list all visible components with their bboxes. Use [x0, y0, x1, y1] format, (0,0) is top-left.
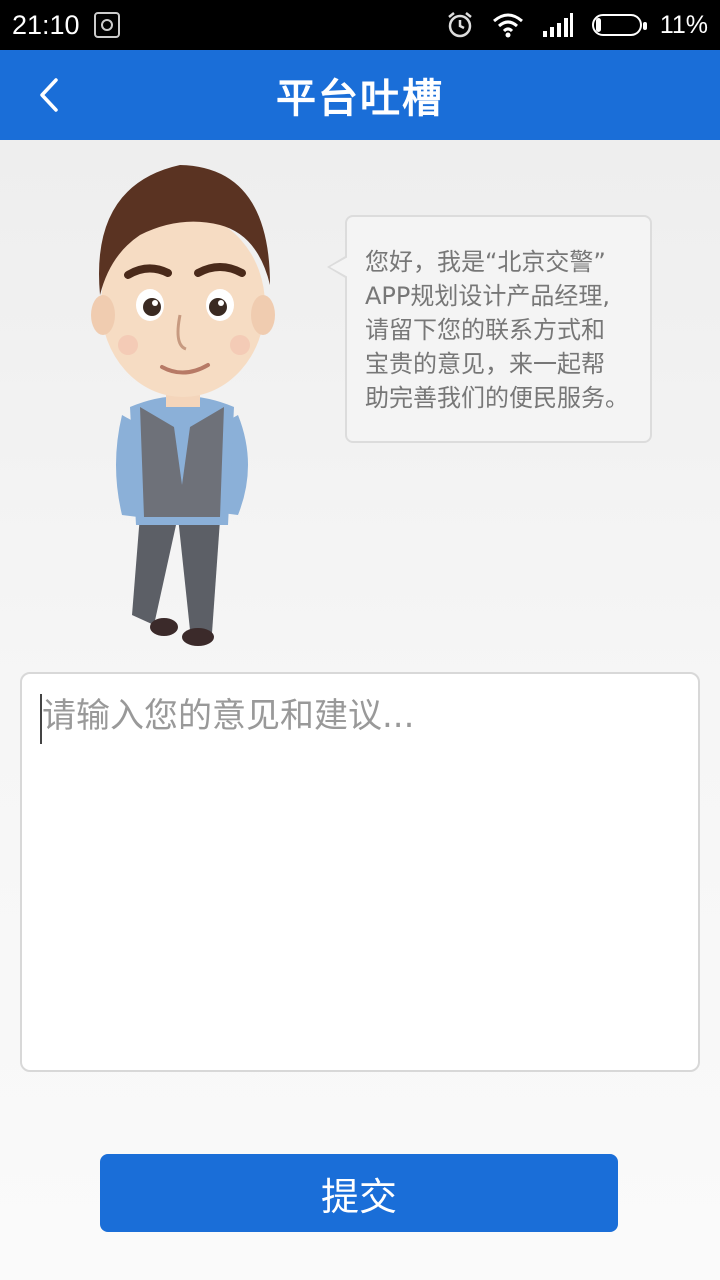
app-header: 平台吐槽 — [0, 50, 720, 140]
product-manager-avatar — [91, 165, 275, 646]
bubble-line: 助完善我们的便民服务。 — [365, 384, 629, 412]
battery-fill — [595, 18, 601, 32]
signal-icon — [542, 13, 573, 37]
page-title: 平台吐槽 — [276, 76, 444, 122]
text-cursor — [40, 694, 42, 744]
status-right-group: 11% — [446, 11, 708, 40]
battery-percent: 11% — [659, 10, 708, 39]
alarm-icon — [448, 12, 472, 38]
feedback-input[interactable] — [20, 672, 700, 1072]
status-bar: 21:10 11% — [0, 0, 720, 50]
submit-button[interactable]: 提交 — [100, 1154, 618, 1232]
notification-icon — [93, 12, 120, 38]
battery-icon — [591, 14, 647, 36]
bubble-line: 请留下您的联系方式和 — [365, 316, 605, 344]
status-time: 21:10 — [12, 9, 80, 40]
speech-bubble: 您好，我是“北京交警” APP规划设计产品经理, 请留下您的联系方式和 宝贵的意… — [327, 215, 652, 443]
bubble-line: 您好，我是“北京交警” — [365, 248, 606, 276]
bubble-line: 宝贵的意见，来一起帮 — [365, 350, 605, 378]
bubble-line: APP规划设计产品经理, — [365, 282, 610, 310]
chevron-left-icon[interactable] — [30, 72, 70, 118]
wifi-icon — [492, 13, 523, 38]
